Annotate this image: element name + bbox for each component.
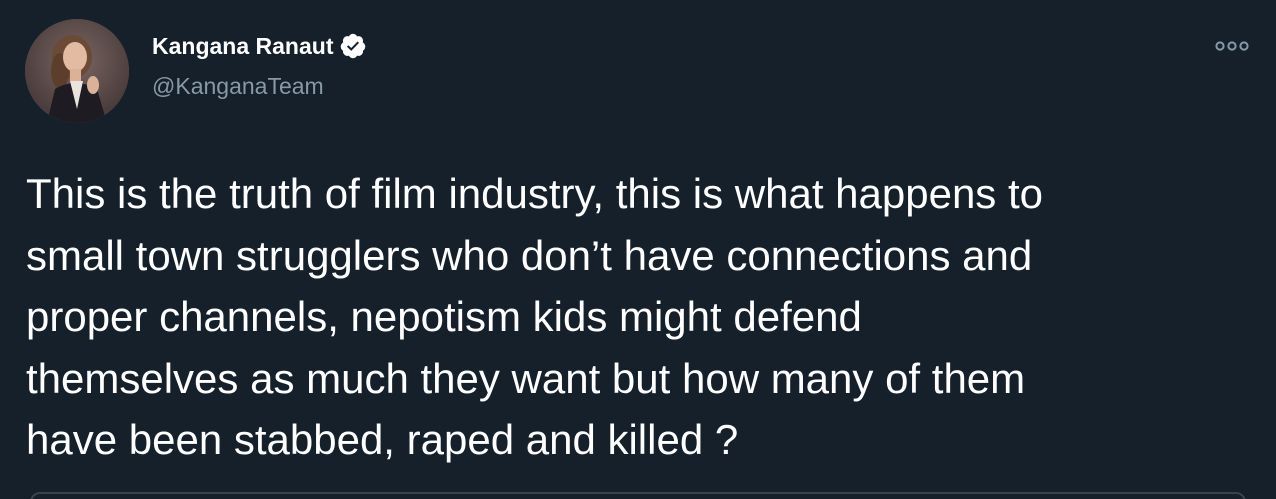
more-options-button[interactable] (1212, 32, 1252, 60)
verified-badge-icon (339, 32, 367, 60)
author-handle[interactable]: @KanganaTeam (152, 73, 324, 100)
author-name-row: Kangana Ranaut (152, 30, 367, 62)
avatar-image (25, 19, 129, 123)
more-options-icon (1215, 41, 1249, 51)
avatar[interactable] (25, 19, 129, 123)
author-display-name[interactable]: Kangana Ranaut (152, 33, 333, 60)
tweet-card: Kangana Ranaut @KanganaTeam This is the … (0, 0, 1276, 499)
media-card-edge[interactable] (30, 492, 1246, 499)
tweet-text: This is the truth of film industry, this… (26, 170, 1044, 463)
